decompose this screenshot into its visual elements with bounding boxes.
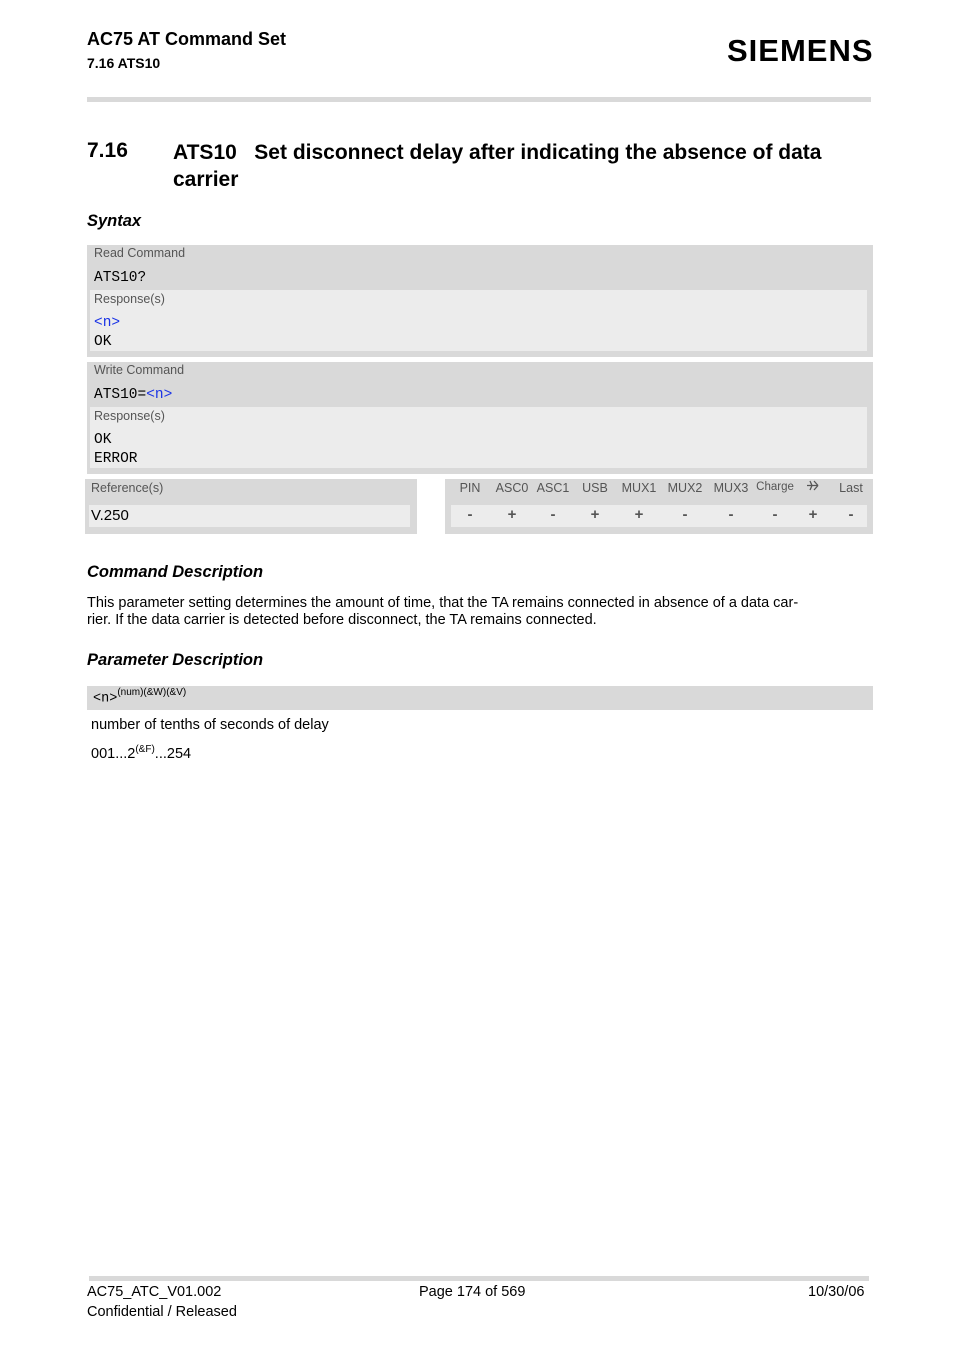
support-col-value: + [634,506,644,523]
parameter-name-bar: <n>(num)(&W)(&V) [87,686,873,710]
header-divider [87,97,871,102]
parameter-description-text: number of tenths of seconds of delay [91,717,329,733]
parameter-range: 001...2(&F)...254 [91,741,191,763]
support-col-header: MUX3 [713,481,749,495]
support-col-value: + [590,506,600,523]
parameter-name: <n>(num)(&W)(&V) [93,687,186,706]
support-col-value: - [728,506,734,523]
read-command-text: ATS10? [94,270,147,286]
write-command-box: Write Command ATS10=<n> Response(s) OK E… [87,362,873,474]
footer-page: Page 174 of 569 [419,1284,526,1300]
write-command-text: ATS10=<n> [94,387,172,403]
write-response-label: Response(s) [94,409,165,423]
write-response-error: ERROR [94,451,138,467]
support-col-header: Last [839,481,863,495]
footer-date: 10/30/06 [808,1284,865,1300]
parameter-name-text: <n> [93,691,118,707]
support-col-value: - [848,506,854,523]
write-response-box: Response(s) OK ERROR [90,407,867,468]
command-description-line1: This parameter setting determines the am… [87,595,799,611]
read-command-box: Read Command ATS10? Response(s) <n> OK [87,245,873,357]
reference-label: Reference(s) [91,481,164,495]
range-default-marker: (&F) [135,744,155,755]
reference-value: V.250 [91,507,129,524]
support-col-header: USB [582,481,608,495]
parameter-attributes: (num)(&W)(&V) [117,687,187,698]
support-col-header: MUX1 [621,481,657,495]
support-col-value: - [682,506,688,523]
read-response-label: Response(s) [94,292,165,306]
section-number: 7.16 [87,139,128,162]
reference-value-box: V.250 [89,505,410,527]
siemens-logo: SIEMENS [727,33,874,68]
command-description-heading: Command Description [87,563,264,581]
range-start: 001...2 [91,745,136,762]
support-col-header: MUX2 [667,481,703,495]
footer-status: Confidential / Released [87,1304,237,1320]
syntax-heading: Syntax [87,212,142,230]
section-reference: 7.16 ATS10 [87,55,161,71]
command-description-line2: rier. If the data carrier is detected be… [87,612,597,628]
read-response-param: <n> [94,315,121,331]
write-command-prefix: ATS10= [94,387,147,403]
footer-divider [89,1276,869,1281]
section-title: ATS10 Set disconnect delay after indicat… [173,141,828,191]
read-command-label: Read Command [94,246,186,260]
write-response-ok: OK [94,432,112,448]
range-end: ...254 [154,745,192,762]
reference-box: Reference(s) V.250 [85,479,417,534]
document-title: AC75 AT Command Set [87,29,287,49]
write-command-param: <n> [146,387,173,403]
write-command-label: Write Command [94,363,185,377]
read-response-box: Response(s) <n> OK [90,290,867,351]
read-response-ok: OK [94,334,112,350]
parameter-description-heading: Parameter Description [87,651,264,669]
footer-doc-id: AC75_ATC_V01.002 [87,1284,222,1300]
